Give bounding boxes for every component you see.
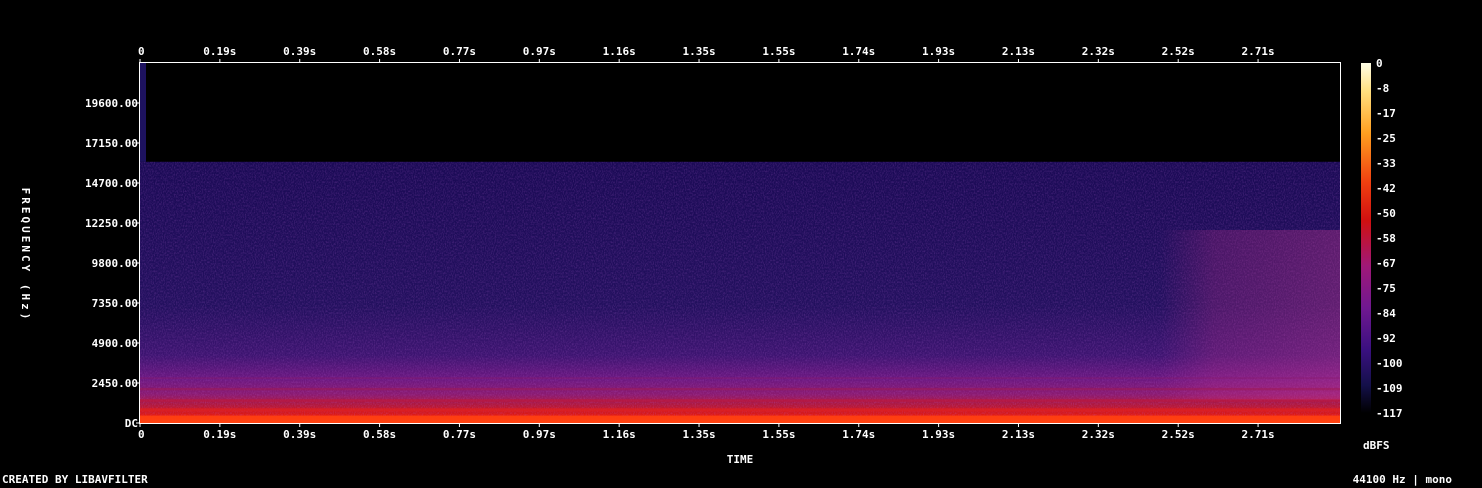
frequency-band [140,377,1340,379]
x-tick-label: 1.55s [762,428,795,441]
x-tick-label: 1.16s [603,428,636,441]
colorbar-tick-label: -92 [1376,332,1396,345]
x-axis-bottom: 0 0.19s 0.39s 0.58s 0.77s 0.97s 1.16s 1.35s 1.55… [138,423,1275,441]
x-tick-label: 0.19s [203,428,236,441]
x-tick-label: 0.58s [363,428,396,441]
y-tick-label: 7350.00 [92,297,138,310]
x-tick-label: 2.13s [1002,45,1035,58]
x-axis-label: TIME [727,453,754,466]
x-axis-top: 0 0.19s 0.39s 0.58s 0.77s 0.97s 1.16s 1.35s 1.55… [138,45,1275,63]
x-tick-label: 0.97s [523,428,556,441]
y-axis: DC 2450.00 4900.00 7350.00 9800.00 12250.00 14… [85,97,140,430]
x-tick-label: 2.71s [1242,428,1275,441]
x-tick-label: 1.74s [842,428,875,441]
y-tick-label: 14700.00 [85,177,138,190]
x-tick-label: 1.35s [682,428,715,441]
x-tick-label: 0 [138,428,145,441]
colorbar-tick-label: -75 [1376,282,1396,295]
colorbar-tick-label: -50 [1376,207,1396,220]
spectrogram-chart: 0 0.19s 0.39s 0.58s 0.77s 0.97s 1.16s 1.35s 1.55… [19,45,1403,466]
colorbar-ticks: 0 -8 -17 -25 -33 -42 -50 -58 -67 -75 -84 -92 -100 -10… [1376,57,1403,420]
x-tick-label: 0.97s [523,45,556,58]
colorbar-tick-label: -67 [1376,257,1396,270]
colorbar-tick-label: -33 [1376,157,1396,170]
frequency-band [140,408,1340,412]
credits-text: CREATED BY LIBAVFILTER [2,473,148,486]
x-tick-label: 0 [138,45,145,58]
colorbar-label: dBFS [1363,439,1390,452]
x-tick-label: 0.39s [283,428,316,441]
x-tick-label: 1.55s [762,45,795,58]
audio-info-text: 44100 Hz | mono [1352,473,1452,486]
x-tick-label: 0.77s [443,428,476,441]
frequency-band [140,415,1340,423]
colorbar-tick-label: -117 [1376,407,1403,420]
y-tick-label: 17150.00 [85,137,138,150]
x-tick-label: 1.16s [603,45,636,58]
colorbar-tick-label: -84 [1376,307,1396,320]
x-tick-label: 1.93s [922,45,955,58]
colorbar-tick-label: -100 [1376,357,1403,370]
frequency-band [140,399,1340,402]
x-tick-label: 2.52s [1162,428,1195,441]
x-tick-label: 2.32s [1082,428,1115,441]
x-tick-label: 0.58s [363,45,396,58]
y-tick-label: DC [125,417,138,430]
x-tick-label: 0.19s [203,45,236,58]
x-tick-label: 2.32s [1082,45,1115,58]
colorbar-tick-label: -17 [1376,107,1396,120]
y-tick-label: 4900.00 [92,337,138,350]
x-tick-label: 1.74s [842,45,875,58]
y-tick-label: 12250.00 [85,217,138,230]
y-axis-label: FREQUENCY (Hz) [19,188,32,323]
x-tick-label: 1.93s [922,428,955,441]
colorbar-tick-label: -58 [1376,232,1396,245]
x-tick-label: 1.35s [682,45,715,58]
x-tick-label: 2.52s [1162,45,1195,58]
colorbar [1361,63,1371,413]
colorbar-tick-label: -8 [1376,82,1389,95]
colorbar-tick-label: -42 [1376,182,1396,195]
y-tick-label: 2450.00 [92,377,138,390]
y-tick-label: 9800.00 [92,257,138,270]
colorbar-tick-label: 0 [1376,57,1383,70]
x-tick-label: 2.13s [1002,428,1035,441]
frequency-band [140,387,1340,391]
colorbar-tick-label: -109 [1376,382,1403,395]
x-tick-label: 2.71s [1242,45,1275,58]
x-tick-label: 0.39s [283,45,316,58]
spectrogram-late-energy [1160,230,1340,400]
spectrogram-onset [140,63,146,162]
y-tick-label: 19600.00 [85,97,138,110]
x-tick-label: 0.77s [443,45,476,58]
colorbar-tick-label: -25 [1376,132,1396,145]
